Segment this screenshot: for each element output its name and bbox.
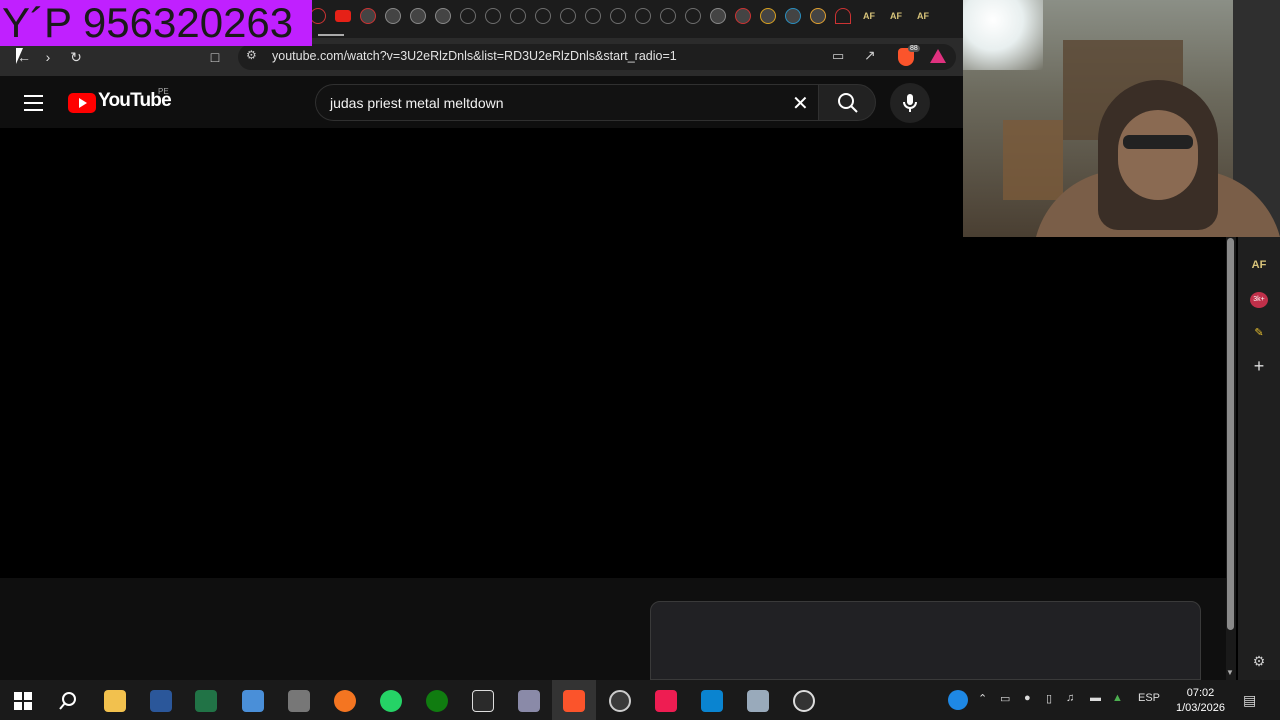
browser-side-panel: AF 3k+ ✎ + ⚙: [1238, 237, 1280, 680]
loading-tab-icon[interactable]: [660, 8, 676, 24]
s-tab-icon[interactable]: [760, 8, 776, 24]
youtube-logo-icon[interactable]: [68, 93, 96, 113]
phone-number-overlay: Y´P 956320263: [0, 0, 312, 46]
share-icon[interactable]: ↗: [864, 47, 876, 64]
radio-tab-icon[interactable]: [435, 8, 451, 24]
windows-start-icon[interactable]: [12, 690, 34, 712]
network-icon[interactable]: ▭: [1000, 692, 1010, 705]
blue-tab-icon[interactable]: [785, 8, 801, 24]
clock-time: 07:02: [1186, 687, 1215, 699]
game-controller-icon[interactable]: [518, 690, 540, 712]
red-arrow-tab-icon[interactable]: [835, 8, 851, 24]
taskbar-search-icon[interactable]: [57, 690, 79, 712]
scroll-down-icon[interactable]: ▼: [1226, 668, 1234, 677]
red-tab-icon[interactable]: [735, 8, 751, 24]
pinned-tabs: AF AF AF: [310, 8, 932, 24]
active-tab-indicator: [318, 34, 344, 36]
obs-studio-icon[interactable]: [793, 690, 815, 712]
microphone-tray-icon[interactable]: ●: [1024, 692, 1031, 704]
excel-icon[interactable]: [195, 690, 217, 712]
address-bar[interactable]: ⚙ youtube.com/watch?v=3U2eRlzDnls&list=R…: [238, 44, 956, 70]
record-tab-icon[interactable]: [360, 8, 376, 24]
clock-date: 1/03/2026: [1176, 702, 1225, 714]
loading-tab-icon[interactable]: [585, 8, 601, 24]
af-extension-icon[interactable]: AF: [1250, 257, 1268, 273]
orange-tab-icon[interactable]: [810, 8, 826, 24]
search-icon: [838, 93, 858, 113]
youtube-tab-icon[interactable]: [335, 10, 351, 22]
reload-icon[interactable]: ↻: [66, 47, 86, 67]
bookmark-icon[interactable]: □: [205, 47, 225, 67]
wifi-icon[interactable]: ▲: [1112, 692, 1123, 704]
brave-browser-icon[interactable]: [563, 690, 585, 712]
obs-icon[interactable]: [609, 690, 631, 712]
webcam-glasses: [1123, 135, 1193, 149]
file-explorer-icon[interactable]: [104, 690, 126, 712]
radio-tab-icon[interactable]: [385, 8, 401, 24]
region-code: PE: [158, 87, 169, 96]
microphone-icon: [903, 94, 917, 112]
whatsapp-icon[interactable]: [380, 690, 402, 712]
forward-arrow-icon[interactable]: ›: [38, 47, 58, 67]
loading-tab-icon[interactable]: [485, 8, 501, 24]
clear-search-icon[interactable]: ✕: [792, 91, 809, 116]
notifications-icon[interactable]: ▤: [1243, 692, 1256, 709]
calculator-icon[interactable]: [242, 690, 264, 712]
cast-icon[interactable]: ▭: [832, 48, 844, 64]
xbox-icon[interactable]: [426, 690, 448, 712]
pencil-icon[interactable]: ✎: [1250, 325, 1268, 341]
clapperboard-icon[interactable]: [288, 690, 310, 712]
info-card: [650, 601, 1201, 680]
loading-tab-icon[interactable]: [635, 8, 651, 24]
site-settings-icon[interactable]: ⚙: [246, 48, 257, 62]
add-icon[interactable]: +: [1250, 357, 1268, 375]
menu-icon[interactable]: [24, 95, 43, 116]
loading-tab-icon[interactable]: [535, 8, 551, 24]
webcam-light: [963, 0, 1043, 70]
snipping-tool-icon[interactable]: [747, 690, 769, 712]
notification-badge-icon[interactable]: 3k+: [1250, 292, 1268, 308]
af-tab-icon[interactable]: AF: [914, 8, 932, 24]
usb-icon[interactable]: ▯: [1046, 692, 1052, 705]
search-button[interactable]: [818, 84, 876, 121]
youtube-header: YouTube PE judas priest metal meltdown ✕: [0, 76, 963, 128]
url-text[interactable]: youtube.com/watch?v=3U2eRlzDnls&list=RD3…: [272, 49, 677, 63]
loading-tab-icon[interactable]: [685, 8, 701, 24]
radio-tab-icon[interactable]: [410, 8, 426, 24]
search-query-text[interactable]: judas priest metal meltdown: [330, 95, 504, 111]
af-tab-icon[interactable]: AF: [887, 8, 905, 24]
tab-favicon-icon[interactable]: [310, 8, 326, 24]
windows-taskbar: ⌃ ▭ ● ▯ ♫ ▬ ▲ ESP 07:02 1/03/2026 ▤: [0, 680, 1280, 720]
word-icon[interactable]: [150, 690, 172, 712]
settings-gear-icon[interactable]: ⚙: [1250, 653, 1268, 669]
brave-rewards-icon[interactable]: [930, 49, 946, 63]
search-input[interactable]: judas priest metal meltdown ✕: [315, 84, 818, 121]
show-hidden-icons-icon[interactable]: ⌃: [978, 692, 987, 705]
chrome-tab-icon[interactable]: [710, 8, 726, 24]
webcam-shelf: [1003, 120, 1063, 200]
mail-icon[interactable]: [701, 690, 723, 712]
epic-games-icon[interactable]: [472, 690, 494, 712]
loading-tab-icon[interactable]: [560, 8, 576, 24]
system-clock[interactable]: 07:02 1/03/2026: [1176, 686, 1225, 716]
af-tab-icon[interactable]: AF: [860, 8, 878, 24]
webcam-person-face: [1118, 110, 1198, 200]
volume-icon[interactable]: ♫: [1066, 692, 1074, 704]
loading-tab-icon[interactable]: [510, 8, 526, 24]
crunchyroll-icon[interactable]: [334, 690, 356, 712]
language-indicator[interactable]: ESP: [1138, 692, 1160, 704]
loading-tab-icon[interactable]: [610, 8, 626, 24]
scrollbar-thumb[interactable]: [1227, 238, 1234, 630]
loading-tab-icon[interactable]: [460, 8, 476, 24]
help-icon[interactable]: [948, 690, 968, 710]
tiktok-icon[interactable]: [655, 690, 677, 712]
mouse-cursor-icon: [16, 48, 28, 64]
battery-icon[interactable]: ▬: [1090, 692, 1101, 704]
voice-search-button[interactable]: [890, 83, 930, 123]
brave-shields-count: 88: [908, 45, 920, 52]
webcam-overlay: [963, 0, 1280, 237]
